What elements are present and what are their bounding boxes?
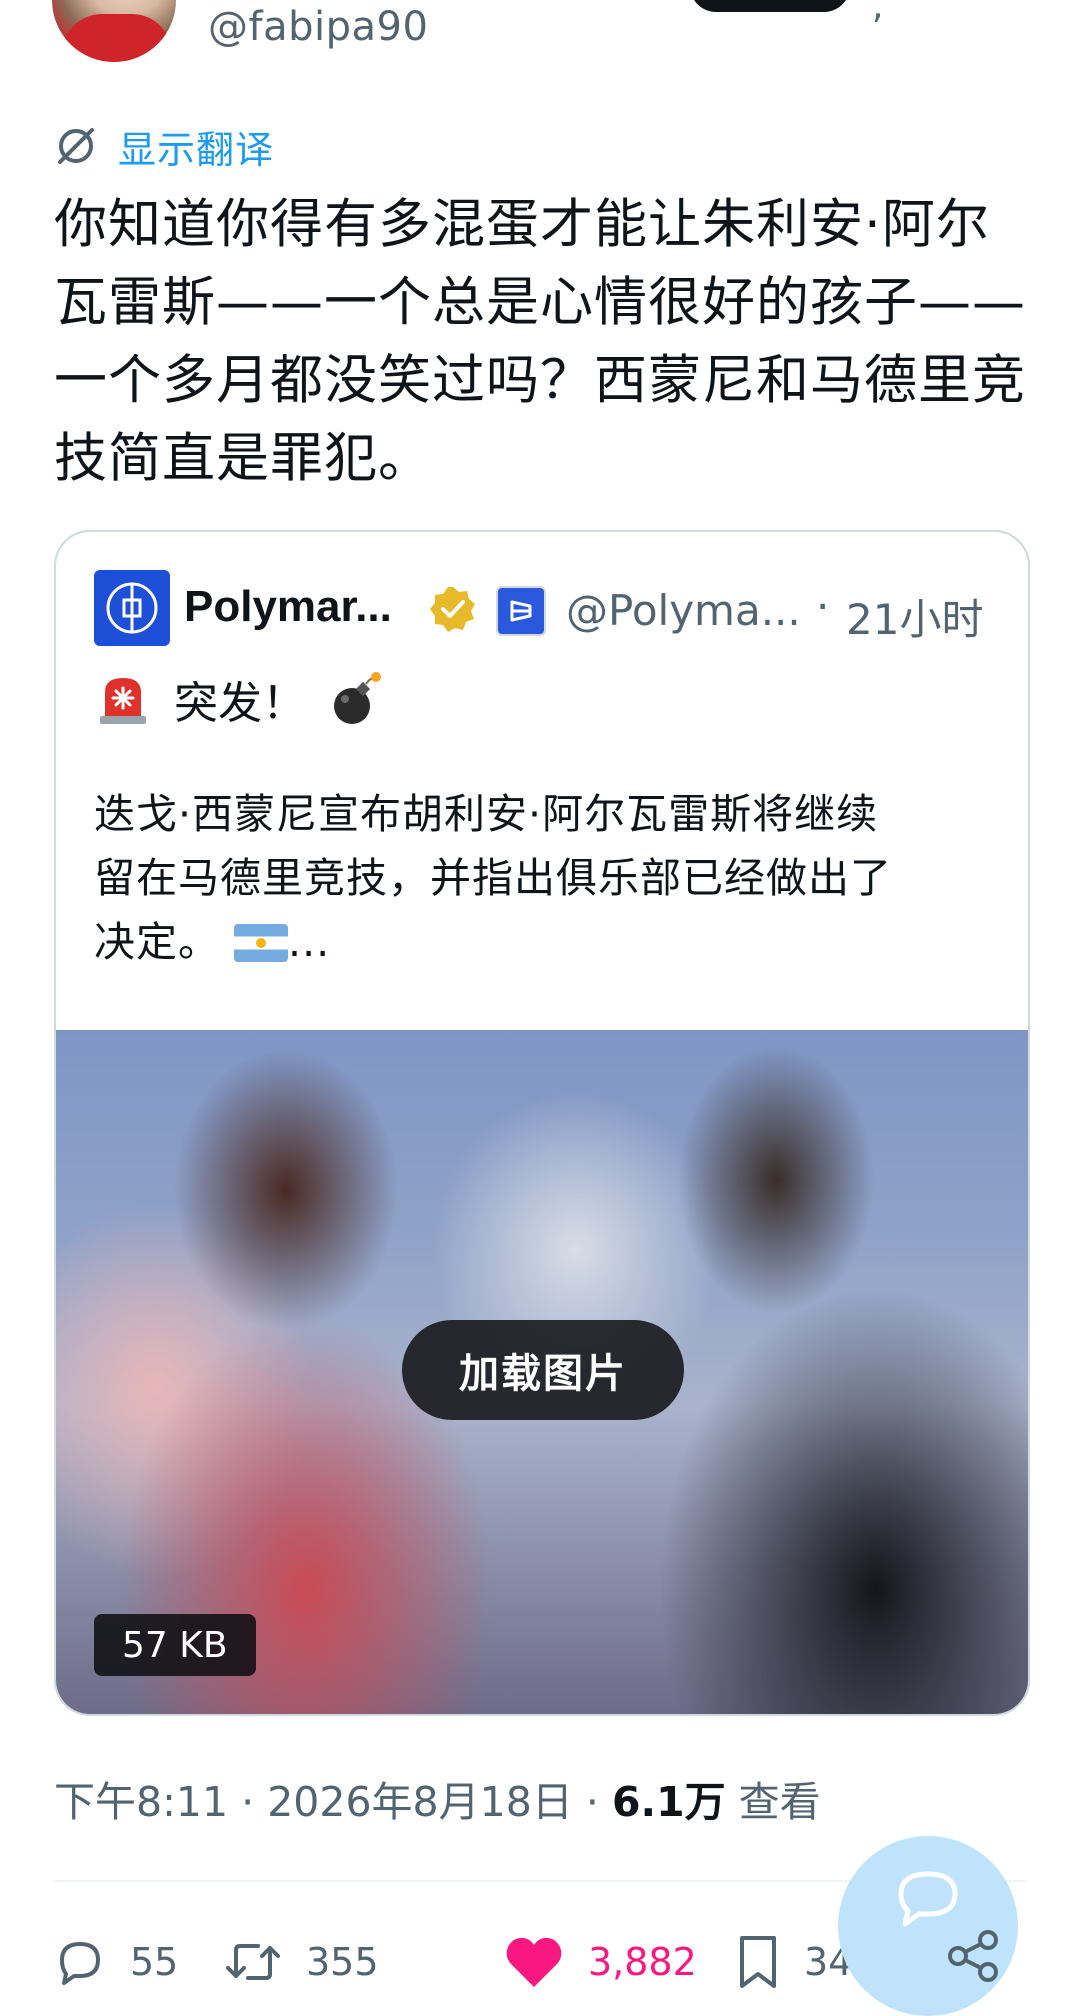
- reply-bubble-icon: [60, 1942, 100, 1985]
- share-button[interactable]: [944, 1926, 1004, 1990]
- polymarket-logo-icon: [106, 582, 158, 634]
- tweet-text-line: 你知道你得有多混蛋才能让朱利安·阿尔: [54, 194, 990, 255]
- quote-body-line: 迭戈·西蒙尼宣布胡利安·阿尔瓦雷斯将继续: [94, 790, 879, 838]
- follow-button[interactable]: [690, 0, 850, 12]
- quote-separator: ·: [816, 582, 830, 631]
- tweet-date: 2026年8月18日: [267, 1778, 573, 1826]
- tweet-text-line: 瓦雷斯——一个总是心情很好的孩子——: [54, 272, 1026, 333]
- retweet-count: 355: [306, 1940, 379, 1984]
- bookmark-button[interactable]: 34: [736, 1924, 852, 2000]
- rotating-light-emoji: [100, 678, 146, 724]
- views-label: 查看: [738, 1778, 821, 1826]
- argentina-flag-emoji: [234, 924, 289, 962]
- tweet-text: 你知道你得有多混蛋才能让朱利安·阿尔 瓦雷斯——一个总是心情很好的孩子—— 一个…: [54, 186, 1034, 498]
- bomb-emoji: [334, 672, 381, 724]
- quote-headline: 突发！: [94, 664, 386, 734]
- compose-reply-icon: [898, 1871, 958, 1927]
- reply-count: 55: [130, 1940, 179, 1984]
- quote-body-ellipsis: ...: [288, 918, 331, 966]
- views-count[interactable]: 6.1万: [612, 1778, 726, 1826]
- author-handle[interactable]: @fabipa90: [208, 4, 428, 50]
- retweet-button[interactable]: 355: [224, 1924, 379, 2000]
- meta-separator: ·: [241, 1778, 255, 1826]
- show-translation-label: 显示翻译: [118, 127, 275, 172]
- like-count: 3,882: [588, 1940, 697, 1984]
- quoted-tweet-card[interactable]: Polymar... @Polyma... · 21小时 突发！ 迭戈·西蒙尼宣…: [54, 530, 1030, 1716]
- verified-badge-icon: [428, 584, 478, 638]
- meta-separator: ·: [585, 1778, 599, 1826]
- bookmark-icon: [740, 1936, 776, 1988]
- quote-body-line: 决定。 ...: [94, 910, 994, 974]
- show-translation-link[interactable]: 显示翻译: [54, 124, 274, 172]
- author-avatar[interactable]: [52, 0, 176, 62]
- quote-body-line-text: 决定。: [94, 918, 220, 966]
- quote-body: 迭戈·西蒙尼宣布胡利安·阿尔瓦雷斯将继续 留在马德里竞技，并指出俱乐部已经做出了…: [94, 782, 994, 974]
- tweet-meta: 下午8:11 · 2026年8月18日 · 6.1万 查看: [54, 1768, 821, 1828]
- load-image-button[interactable]: 加载图片: [402, 1320, 684, 1420]
- like-button[interactable]: 3,882: [504, 1924, 697, 2000]
- image-size-badge: 57 KB: [94, 1614, 256, 1676]
- quote-media-image[interactable]: 加载图片 57 KB: [56, 1030, 1028, 1714]
- quote-timestamp[interactable]: 21小时: [846, 586, 983, 647]
- quote-author-avatar[interactable]: [94, 570, 170, 646]
- tweet-time: 下午8:11: [54, 1778, 229, 1826]
- quote-author-name[interactable]: Polymar...: [184, 582, 392, 632]
- tweet-text-line: 技简直是罪犯。: [54, 428, 432, 489]
- quote-body-line: 留在马德里竞技，并指出俱乐部已经做出了: [94, 854, 892, 902]
- no-translate-icon: [58, 128, 94, 164]
- retweet-icon: [226, 1944, 280, 1980]
- share-icon: [948, 1930, 998, 1982]
- reply-button[interactable]: 55: [54, 1924, 178, 2000]
- quote-headline-text: 突发！: [174, 678, 306, 729]
- heart-icon: [506, 1937, 562, 1987]
- header-overflow: ,: [872, 0, 884, 27]
- tweet-text-line: 一个多月都没笑过吗？西蒙尼和马德里竞: [54, 350, 1026, 411]
- affiliate-badge-icon: [496, 586, 546, 636]
- quote-author-handle: @Polyma...: [566, 586, 801, 635]
